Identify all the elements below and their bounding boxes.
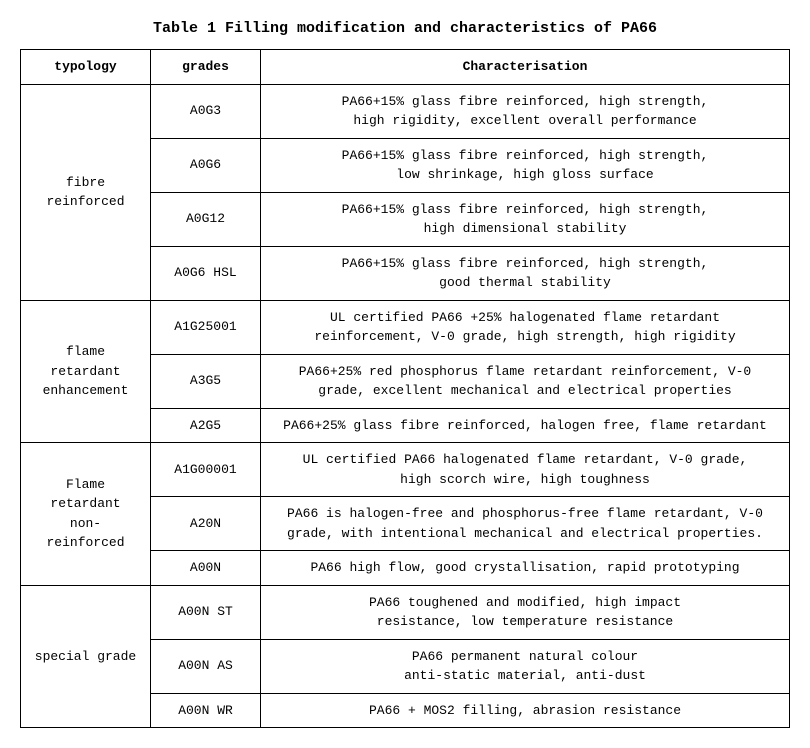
grade-cell: A00N AS: [151, 639, 261, 693]
grade-cell: A20N: [151, 497, 261, 551]
grade-cell: A0G12: [151, 192, 261, 246]
grade-cell: A0G6: [151, 138, 261, 192]
main-table: typology grades Characterisation fibre r…: [20, 49, 790, 728]
characterisation-cell: PA66 permanent natural colour anti-stati…: [261, 639, 790, 693]
table-row: special gradeA00N STPA66 toughened and m…: [21, 585, 790, 639]
header-characterisation: Characterisation: [261, 50, 790, 85]
characterisation-cell: PA66 is halogen-free and phosphorus-free…: [261, 497, 790, 551]
table-row: flame retardant enhancementA1G25001UL ce…: [21, 300, 790, 354]
typology-cell: flame retardant enhancement: [21, 300, 151, 443]
table-title: Table 1 Filling modification and charact…: [20, 20, 790, 37]
grade-cell: A2G5: [151, 408, 261, 443]
characterisation-cell: PA66 high flow, good crystallisation, ra…: [261, 551, 790, 586]
characterisation-cell: PA66+15% glass fibre reinforced, high st…: [261, 84, 790, 138]
grade-cell: A1G00001: [151, 443, 261, 497]
characterisation-cell: PA66+15% glass fibre reinforced, high st…: [261, 192, 790, 246]
typology-cell: fibre reinforced: [21, 84, 151, 300]
header-typology: typology: [21, 50, 151, 85]
characterisation-cell: UL certified PA66 halogenated flame reta…: [261, 443, 790, 497]
characterisation-cell: PA66+25% glass fibre reinforced, halogen…: [261, 408, 790, 443]
grade-cell: A00N: [151, 551, 261, 586]
table-row: fibre reinforcedA0G3PA66+15% glass fibre…: [21, 84, 790, 138]
characterisation-cell: PA66 + MOS2 filling, abrasion resistance: [261, 693, 790, 728]
page-wrapper: Table 1 Filling modification and charact…: [20, 20, 790, 728]
grade-cell: A00N ST: [151, 585, 261, 639]
grade-cell: A00N WR: [151, 693, 261, 728]
typology-cell: special grade: [21, 585, 151, 728]
grade-cell: A3G5: [151, 354, 261, 408]
characterisation-cell: PA66+15% glass fibre reinforced, high st…: [261, 138, 790, 192]
table-row: Flame retardant non-reinforcedA1G00001UL…: [21, 443, 790, 497]
grade-cell: A1G25001: [151, 300, 261, 354]
characterisation-cell: PA66+25% red phosphorus flame retardant …: [261, 354, 790, 408]
grade-cell: A0G3: [151, 84, 261, 138]
grade-cell: A0G6 HSL: [151, 246, 261, 300]
characterisation-cell: UL certified PA66 +25% halogenated flame…: [261, 300, 790, 354]
typology-cell: Flame retardant non-reinforced: [21, 443, 151, 586]
characterisation-cell: PA66+15% glass fibre reinforced, high st…: [261, 246, 790, 300]
characterisation-cell: PA66 toughened and modified, high impact…: [261, 585, 790, 639]
header-grades: grades: [151, 50, 261, 85]
